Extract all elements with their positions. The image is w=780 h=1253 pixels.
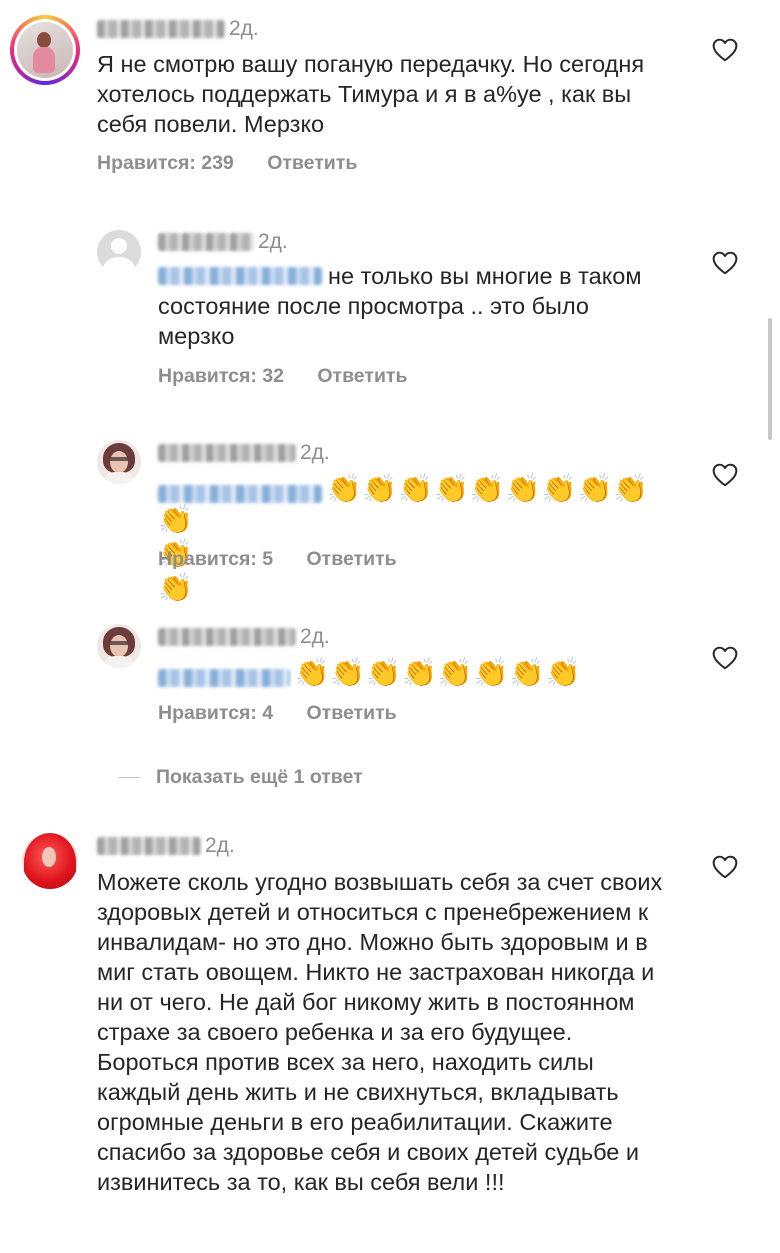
- clapping-hands-emoji: 👏👏👏👏👏👏👏👏: [294, 657, 582, 688]
- heart-outline-icon[interactable]: [712, 646, 738, 670]
- clapping-hands-emoji: 👏👏👏👏👏👏👏👏👏: [326, 473, 650, 504]
- avatar[interactable]: [22, 833, 78, 889]
- username-redacted[interactable]: [158, 628, 296, 646]
- likes-count[interactable]: Нравится: 239: [97, 152, 234, 175]
- reply-button[interactable]: Ответить: [267, 152, 357, 175]
- reply-button[interactable]: Ответить: [317, 365, 407, 388]
- comment-header: 2д.: [158, 230, 288, 254]
- timestamp: 2д.: [300, 625, 330, 648]
- show-more-label[interactable]: Показать ещё 1 ответ: [156, 766, 363, 788]
- divider-line: [118, 777, 140, 778]
- username-redacted[interactable]: [97, 837, 201, 855]
- comment-text: Можете сколь угодно возвышать себя за сч…: [97, 869, 663, 1195]
- comment-text: Я не смотрю вашу поганую передачку. Но с…: [97, 51, 645, 137]
- comment-header: 2д.: [97, 17, 259, 41]
- heart-outline-icon[interactable]: [712, 251, 738, 275]
- timestamp: 2д.: [300, 441, 330, 464]
- likes-count[interactable]: Нравится: 5: [158, 548, 273, 571]
- avatar[interactable]: [97, 440, 141, 484]
- mention-redacted[interactable]: [158, 668, 290, 687]
- heart-outline-icon[interactable]: [712, 38, 738, 62]
- timestamp: 2д.: [258, 230, 288, 253]
- heart-outline-icon[interactable]: [712, 855, 738, 879]
- comment-header: 2д.: [158, 625, 330, 649]
- default-user-icon[interactable]: [97, 230, 141, 274]
- mention-redacted[interactable]: [158, 267, 322, 285]
- heart-outline-icon[interactable]: [712, 463, 738, 487]
- username-redacted[interactable]: [158, 233, 254, 251]
- avatar[interactable]: [97, 624, 141, 668]
- reply-button[interactable]: Ответить: [307, 702, 397, 725]
- timestamp: 2д.: [229, 17, 259, 40]
- mention-redacted[interactable]: [158, 484, 322, 503]
- username-redacted[interactable]: [158, 444, 296, 462]
- timestamp: 2д.: [205, 834, 235, 857]
- likes-count[interactable]: Нравится: 4: [158, 702, 273, 725]
- avatar[interactable]: [10, 15, 80, 85]
- comment-header: 2д.: [158, 441, 330, 465]
- username-redacted[interactable]: [97, 20, 225, 38]
- comment-header: 2д.: [97, 834, 235, 858]
- show-more-replies[interactable]: Показать ещё 1 ответ: [118, 766, 363, 789]
- reply-button[interactable]: Ответить: [307, 548, 397, 571]
- scrollbar[interactable]: [768, 318, 772, 440]
- likes-count[interactable]: Нравится: 32: [158, 365, 284, 388]
